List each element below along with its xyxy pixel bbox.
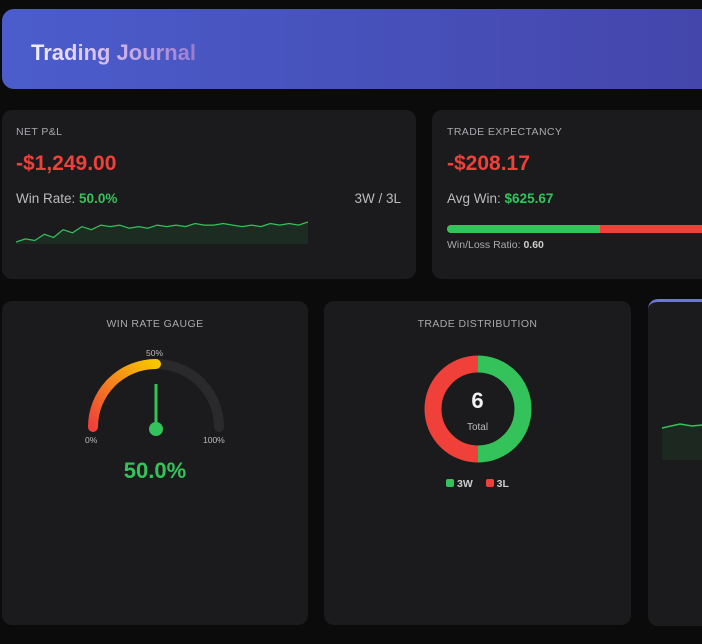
equity-curve [662, 423, 702, 460]
gauge-pivot [149, 422, 163, 436]
avg-win-value: $625.67 [504, 191, 554, 206]
ratio-label: Win/Loss Ratio: [447, 239, 521, 251]
win-rate-value: 50.0% [79, 191, 118, 206]
legend-losses: 3L [496, 478, 509, 490]
ratio-value: 0.60 [523, 239, 544, 251]
net-pnl-value: -$1,249.00 [16, 152, 117, 175]
win-loss-record: 3W / 3L [354, 191, 401, 206]
win-rate-gauge [88, 359, 224, 436]
win-bar-fill [447, 225, 600, 233]
gauge-fill [88, 359, 161, 432]
page-title: Trading Journal [31, 40, 197, 65]
gauge-value: 50.0% [123, 458, 187, 483]
distribution-card: TRADE DISTRIBUTION 6 Total 3W 3L [324, 301, 631, 625]
distribution-legend: 3W 3L [324, 478, 631, 490]
gauge-label: WIN RATE GAUGE [106, 318, 204, 330]
legend-wins: 3W [457, 478, 473, 490]
gauge-card: WIN RATE GAUGE 0% 50% 100% 50.0% [2, 301, 308, 625]
total-trades: 6 [471, 388, 484, 413]
legend-loss-swatch [485, 479, 494, 487]
equity-card [648, 299, 702, 626]
win-loss-bar [447, 225, 702, 233]
gauge-tick-mid: 50% [146, 348, 164, 358]
expectancy-card: TRADE EXPECTANCY -$208.17 Avg Win: $625.… [432, 110, 702, 279]
avg-win-label: Avg Win: [447, 191, 501, 206]
net-pnl-card: NET P&L -$1,249.00 Win Rate: 50.0% 3W / … [2, 110, 416, 279]
win-rate-label: Win Rate: [16, 191, 76, 206]
legend-win-swatch [446, 479, 455, 487]
pnl-sparkline [16, 221, 308, 244]
expectancy-value: -$208.17 [447, 152, 530, 175]
gauge-tick-min: 0% [85, 435, 98, 445]
header-banner: Trading Journal [2, 9, 702, 89]
expectancy-label: TRADE EXPECTANCY [447, 126, 563, 138]
gauge-tick-max: 100% [203, 435, 225, 445]
net-pnl-label: NET P&L [16, 126, 63, 138]
distribution-label: TRADE DISTRIBUTION [417, 318, 538, 330]
total-label: Total [466, 422, 489, 433]
